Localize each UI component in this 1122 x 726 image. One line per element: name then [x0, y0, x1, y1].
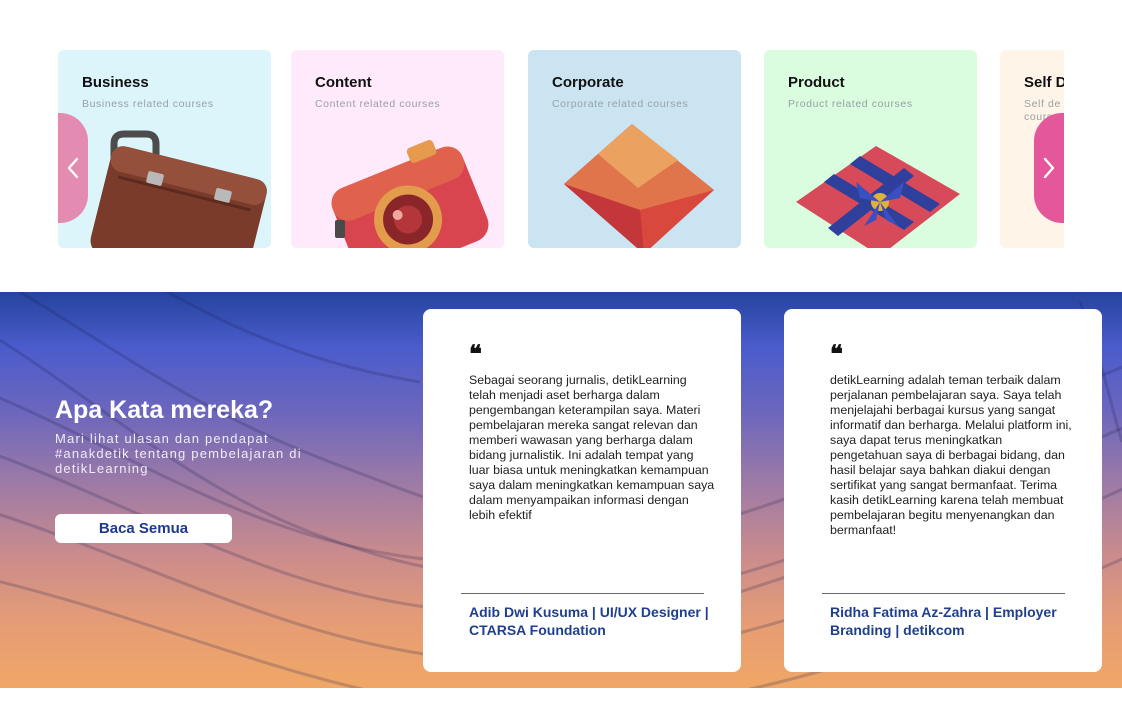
- course-card-corporate[interactable]: Corporate Corporate related courses: [528, 50, 741, 248]
- testimonial-text: detikLearning adalah teman terbaik dalam…: [830, 373, 1072, 537]
- chevron-right-icon: [1043, 157, 1055, 179]
- course-card-product[interactable]: Product Product related courses: [764, 50, 977, 248]
- envelope-icon: [564, 124, 714, 248]
- gift-box-icon: [796, 146, 960, 248]
- carousel-next-button[interactable]: [1034, 113, 1064, 223]
- course-card-title: Corporate: [552, 74, 624, 91]
- course-card-business[interactable]: Business Business related courses: [58, 50, 271, 248]
- carousel-prev-button[interactable]: [58, 113, 88, 223]
- read-all-button[interactable]: Baca Semua: [55, 514, 232, 543]
- testimonial-card: ❝ detikLearning adalah teman terbaik dal…: [784, 309, 1102, 672]
- course-card-title: Content: [315, 74, 372, 91]
- divider: [461, 593, 704, 594]
- chevron-left-icon: [67, 157, 79, 179]
- course-card-title: Business: [82, 74, 149, 91]
- testimonial-card: ❝ Sebagai seorang jurnalis, detikLearnin…: [423, 309, 741, 672]
- testimonials-section: Apa Kata mereka? Mari lihat ulasan dan p…: [0, 292, 1122, 688]
- testimonials-heading: Apa Kata mereka?: [55, 396, 274, 424]
- course-card-title: Product: [788, 74, 845, 91]
- testimonial-author: Ridha Fatima Az-Zahra | Employer Brandin…: [830, 604, 1057, 638]
- course-carousel: Business Business related courses Conten…: [0, 0, 1122, 292]
- divider: [822, 593, 1065, 594]
- quote-icon: ❝: [830, 339, 843, 368]
- camera-icon: [331, 139, 489, 248]
- briefcase-icon: [90, 130, 267, 248]
- course-carousel-track: Business Business related courses Conten…: [58, 50, 1064, 248]
- quote-icon: ❝: [469, 339, 482, 368]
- course-card-content[interactable]: Content Content related courses: [291, 50, 504, 248]
- testimonial-text: Sebagai seorang jurnalis, detikLearning …: [469, 373, 715, 522]
- testimonials-subheading: Mari lihat ulasan dan pendapat #anakdeti…: [55, 431, 302, 476]
- testimonial-author: Adib Dwi Kusuma | UI/UX Designer | CTARS…: [469, 604, 709, 638]
- course-card-title: Self D: [1024, 74, 1064, 91]
